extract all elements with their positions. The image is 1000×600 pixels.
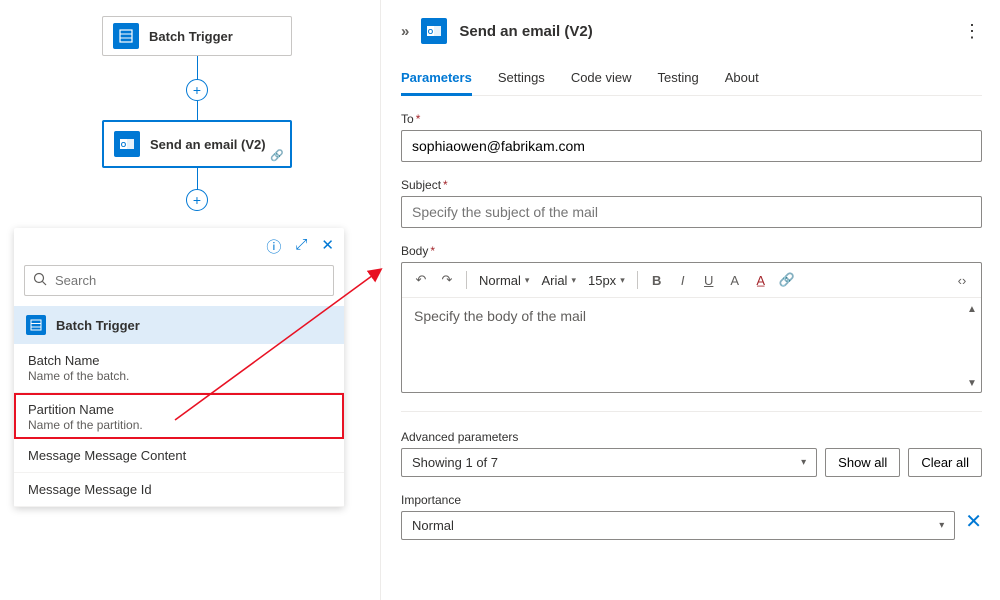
trigger-node-title: Batch Trigger — [149, 29, 233, 44]
action-node-title: Send an email (V2) — [150, 137, 266, 152]
link-icon: 🔗 — [270, 149, 284, 162]
tab-parameters[interactable]: Parameters — [401, 62, 472, 95]
underline-icon[interactable]: U — [698, 269, 720, 291]
insert-step-button[interactable]: + — [186, 79, 208, 101]
subject-input[interactable] — [401, 196, 982, 228]
token-name: Message Message Id — [28, 482, 330, 497]
code-view-icon[interactable]: ‹› — [951, 269, 973, 291]
info-icon[interactable]: ⓘ — [266, 236, 281, 257]
to-input[interactable] — [401, 130, 982, 162]
body-toolbar: ↶ ↷ Normal▾ Arial▾ 15px▾ B I U A A̲ 🔗 ‹› — [402, 263, 981, 298]
token-desc: Name of the batch. — [28, 369, 330, 383]
more-menu-button[interactable]: ⋮ — [963, 21, 982, 42]
chevron-down-icon: ▾ — [939, 520, 944, 531]
remove-param-button[interactable]: ✕ — [965, 509, 982, 540]
body-input[interactable]: Specify the body of the mail ▲ ▼ — [402, 298, 981, 392]
search-icon — [33, 272, 47, 289]
outlook-icon: O — [114, 131, 140, 157]
paragraph-style-dropdown[interactable]: Normal▾ — [475, 273, 533, 288]
token-item-batch-name[interactable]: Batch Name Name of the batch. — [14, 344, 344, 393]
token-name: Batch Name — [28, 353, 330, 368]
svg-text:O: O — [121, 142, 127, 149]
panel-tabs: Parameters Settings Code view Testing Ab… — [401, 62, 982, 96]
clear-all-button[interactable]: Clear all — [908, 448, 982, 477]
show-all-button[interactable]: Show all — [825, 448, 900, 477]
font-size-dropdown[interactable]: 15px▾ — [584, 273, 629, 288]
search-input[interactable] — [55, 273, 325, 288]
panel-title: Send an email (V2) — [459, 23, 951, 40]
close-icon[interactable]: ✕ — [321, 236, 334, 257]
chevron-down-icon: ▾ — [801, 457, 806, 468]
token-section-title: Batch Trigger — [56, 318, 140, 333]
connector — [197, 168, 198, 190]
tab-codeview[interactable]: Code view — [571, 62, 632, 95]
add-step-button[interactable]: + — [186, 189, 208, 211]
link-icon[interactable]: 🔗 — [776, 269, 798, 291]
search-input-wrapper[interactable] — [24, 265, 334, 296]
tab-about[interactable]: About — [725, 62, 759, 95]
body-editor: ↶ ↷ Normal▾ Arial▾ 15px▾ B I U A A̲ 🔗 ‹›… — [401, 262, 982, 393]
italic-icon[interactable]: I — [672, 269, 694, 291]
redo-icon[interactable]: ↷ — [436, 269, 458, 291]
token-name: Partition Name — [28, 402, 330, 417]
svg-text:O: O — [428, 29, 434, 36]
tab-settings[interactable]: Settings — [498, 62, 545, 95]
advanced-params-label: Advanced parameters — [401, 430, 982, 444]
token-section-header: Batch Trigger — [14, 306, 344, 344]
undo-icon[interactable]: ↶ — [410, 269, 432, 291]
font-color-icon[interactable]: A — [724, 269, 746, 291]
tab-testing[interactable]: Testing — [658, 62, 699, 95]
subject-label: Subject* — [401, 178, 982, 192]
batch-icon — [113, 23, 139, 49]
bold-icon[interactable]: B — [646, 269, 668, 291]
connector — [197, 56, 198, 80]
token-name: Message Message Content — [28, 448, 330, 463]
token-item-partition-name[interactable]: Partition Name Name of the partition. — [14, 393, 344, 439]
token-item-message-content[interactable]: Message Message Content — [14, 439, 344, 473]
trigger-node[interactable]: Batch Trigger — [102, 16, 292, 56]
scroll-down-icon: ▼ — [967, 378, 975, 386]
collapse-panel-button[interactable]: » — [401, 23, 409, 40]
highlight-icon[interactable]: A̲ — [750, 269, 772, 291]
importance-dropdown[interactable]: Normal ▾ — [401, 511, 955, 540]
outlook-icon: O — [421, 18, 447, 44]
expand-icon[interactable]: ⤢ — [295, 236, 307, 257]
advanced-params-dropdown[interactable]: Showing 1 of 7 ▾ — [401, 448, 817, 477]
to-label: To* — [401, 112, 982, 126]
token-desc: Name of the partition. — [28, 418, 330, 432]
font-family-dropdown[interactable]: Arial▾ — [537, 273, 580, 288]
body-label: Body* — [401, 244, 982, 258]
action-detail-panel: » O Send an email (V2) ⋮ Parameters Sett… — [380, 0, 1000, 600]
batch-icon — [26, 315, 46, 335]
action-node[interactable]: O Send an email (V2) 🔗 — [102, 120, 292, 168]
token-picker-popup: ⓘ ⤢ ✕ Batch Trigger Batch Name Name of t… — [14, 228, 344, 507]
importance-label: Importance — [401, 493, 955, 507]
token-item-message-id[interactable]: Message Message Id — [14, 473, 344, 507]
scroll-up-icon: ▲ — [967, 304, 975, 312]
connector — [197, 101, 198, 121]
workflow-canvas: Batch Trigger + O Send an email (V2) 🔗 + — [0, 0, 360, 230]
